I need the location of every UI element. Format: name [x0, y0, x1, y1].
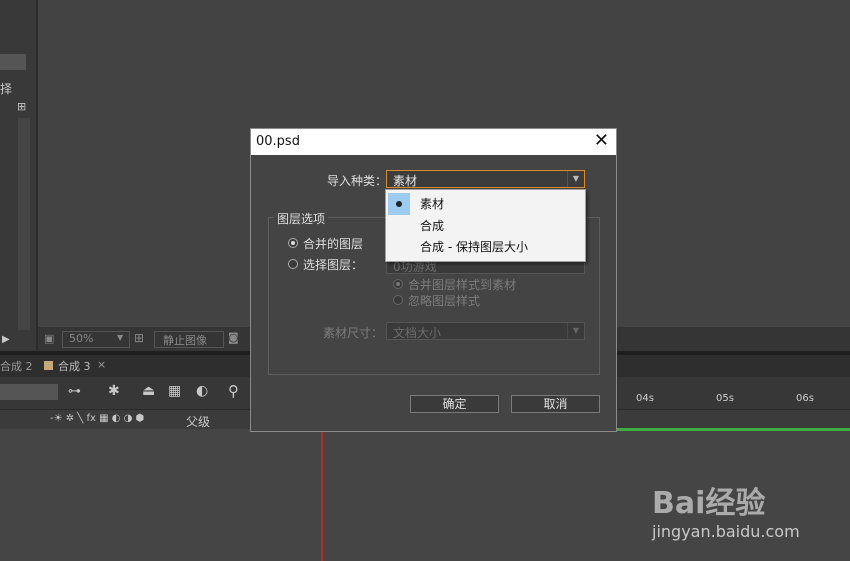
- tab-comp-2[interactable]: 合成 2: [0, 358, 33, 374]
- import-kind-value: 素材: [393, 174, 418, 188]
- timeline-search-field[interactable]: [0, 384, 58, 400]
- import-kind-select[interactable]: 素材 ▼: [386, 170, 585, 188]
- close-icon[interactable]: ✕: [594, 130, 609, 151]
- import-dialog: 00.psd ✕ 导入种类： 素材 ▼ 图层选项 合并的图层 选择图层： 0功游…: [250, 128, 617, 432]
- footage-size-label: 素材尺寸：: [323, 326, 384, 340]
- chevron-down-icon: ▼: [117, 333, 124, 342]
- watermark-url: jingyan.baidu.com: [652, 522, 800, 541]
- merged-layers-radio[interactable]: [288, 238, 298, 248]
- dropdown-option-composition[interactable]: 合成: [386, 214, 585, 236]
- layer-options-title: 图层选项: [274, 210, 329, 227]
- dropdown-option-label: 合成 - 保持图层大小: [420, 240, 528, 254]
- footage-size-value: 文档大小: [393, 326, 442, 340]
- frame-blending-icon[interactable]: ▦: [168, 383, 181, 399]
- selected-bullet-icon: [388, 193, 410, 215]
- cancel-button[interactable]: 取消: [511, 395, 600, 413]
- watermark-brand: Bai经验: [652, 486, 766, 521]
- work-area-bar[interactable]: [614, 428, 850, 431]
- zoom-value: 50%: [69, 332, 94, 345]
- merge-style-radio[interactable]: [393, 279, 403, 289]
- merged-layers-label: 合并的图层: [303, 237, 364, 251]
- shy-layers-icon[interactable]: ⏏: [142, 383, 155, 399]
- dropdown-option-composition-retain-size[interactable]: 合成 - 保持图层大小: [386, 235, 585, 257]
- project-search-field[interactable]: [0, 54, 26, 70]
- tab-comp-3[interactable]: 合成 3: [58, 358, 91, 374]
- merge-style-label: 合并图层样式到素材: [408, 278, 517, 292]
- switch-icons[interactable]: -☀ ✲ ╲ fx ▦ ◐ ◑ ⬢: [50, 413, 144, 424]
- current-time-indicator[interactable]: [321, 429, 323, 561]
- draft-3d-icon[interactable]: ✱: [108, 383, 120, 399]
- choose-layer-radio[interactable]: [288, 259, 298, 269]
- chevron-down-icon: ▼: [567, 323, 584, 339]
- motion-blur-icon[interactable]: ◐: [196, 383, 208, 399]
- region-icon[interactable]: ▣: [44, 332, 54, 345]
- dropdown-option-footage[interactable]: 素材: [386, 192, 585, 215]
- camera-icon[interactable]: ◙: [228, 331, 239, 344]
- project-scrollbar[interactable]: [18, 118, 30, 330]
- close-icon[interactable]: ×: [97, 358, 106, 371]
- dropdown-option-label: 素材: [420, 197, 445, 211]
- ignore-style-label: 忽略图层样式: [408, 294, 481, 308]
- dialog-title-bar: 00.psd ✕: [251, 129, 616, 155]
- ignore-style-radio[interactable]: [393, 295, 403, 305]
- resolution-select[interactable]: 静止图像: [154, 331, 224, 348]
- import-kind-label: 导入种类：: [327, 174, 388, 188]
- play-icon[interactable]: ▶: [2, 334, 10, 345]
- comp-mini-flowchart-icon[interactable]: ⊶: [68, 384, 81, 399]
- footage-size-select[interactable]: 文档大小 ▼: [386, 322, 585, 340]
- ok-button[interactable]: 确定: [410, 395, 499, 413]
- comp-color-icon: [44, 361, 53, 370]
- choose-layer-value: 0功游戏: [393, 260, 437, 274]
- project-panel: 择 ⊞ ▶: [0, 0, 36, 352]
- dropdown-option-label: 合成: [420, 219, 445, 233]
- time-tick: 04s: [636, 393, 654, 404]
- time-tick: 05s: [716, 393, 734, 404]
- import-kind-dropdown: 素材 合成 合成 - 保持图层大小: [385, 189, 586, 262]
- parent-column-label: 父级: [186, 415, 211, 429]
- graph-editor-icon[interactable]: ⚲: [228, 382, 239, 400]
- grid-icon[interactable]: ⊞: [134, 331, 144, 345]
- project-header-label: 择: [0, 82, 13, 96]
- zoom-select[interactable]: 50% ▼: [62, 331, 130, 348]
- still-image-label: 静止图像: [163, 334, 207, 347]
- choose-layer-label: 选择图层：: [303, 258, 364, 272]
- chevron-down-icon: ▼: [567, 171, 584, 187]
- flowchart-icon[interactable]: ⊞: [17, 100, 26, 113]
- time-tick: 06s: [796, 393, 814, 404]
- dialog-title: 00.psd: [256, 134, 300, 149]
